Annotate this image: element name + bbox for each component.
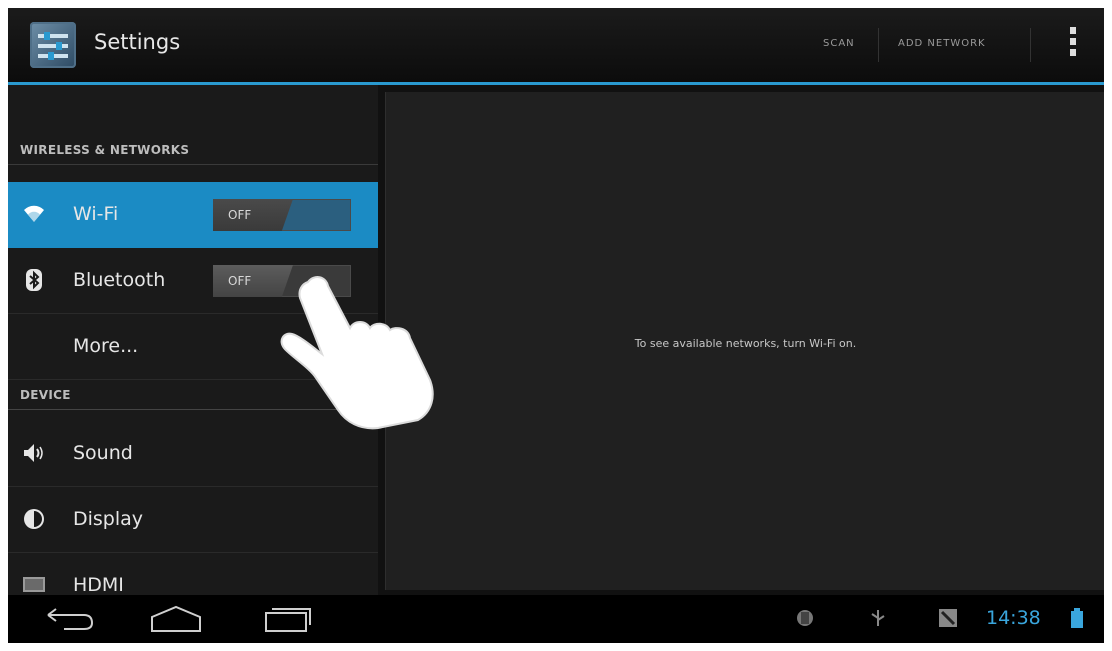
tablet-screen: Settings SCAN ADD NETWORK WIRELESS & NET… [8,8,1104,643]
screenshot-notification-icon [939,609,957,627]
wifi-detail-pane: To see available networks, turn Wi-Fi on… [385,92,1104,590]
hdmi-icon [23,577,45,592]
more-label: More... [73,335,139,357]
hand-pointer-icon [280,276,434,430]
app-title: Settings [94,30,181,54]
action-bar: Settings SCAN ADD NETWORK [8,8,1104,82]
wifi-icon [24,205,44,222]
add-network-button[interactable]: ADD NETWORK [898,38,986,49]
wifi-label: Wi-Fi [73,203,119,225]
system-navigation-bar: 14:38 [8,595,1104,643]
home-icon[interactable] [146,603,206,635]
usb-icon [871,610,885,626]
clock: 14:38 [986,607,1041,629]
scan-button[interactable]: SCAN [823,38,855,49]
android-debug-icon [797,610,813,626]
back-icon[interactable] [40,603,100,635]
section-header-wireless: WIRELESS & NETWORKS [8,135,378,165]
speaker-icon [24,444,43,462]
wifi-toggle[interactable]: OFF [213,199,351,231]
list-item-display[interactable]: Display [8,487,378,553]
wifi-toggle-state: OFF [213,199,293,231]
recent-apps-icon[interactable] [258,603,318,635]
overflow-menu-icon[interactable] [1068,27,1078,63]
wifi-off-message: To see available networks, turn Wi-Fi on… [634,337,857,350]
sound-label: Sound [73,442,133,464]
battery-icon [1071,608,1083,628]
display-label: Display [73,508,144,530]
bluetooth-icon [26,269,42,291]
hdmi-label: HDMI [73,574,124,596]
brightness-icon [24,509,44,529]
settings-app-icon[interactable] [30,22,76,68]
list-item-sound[interactable]: Sound [8,421,378,487]
list-item-wifi[interactable]: Wi-Fi OFF [8,182,378,248]
bluetooth-label: Bluetooth [73,269,166,291]
